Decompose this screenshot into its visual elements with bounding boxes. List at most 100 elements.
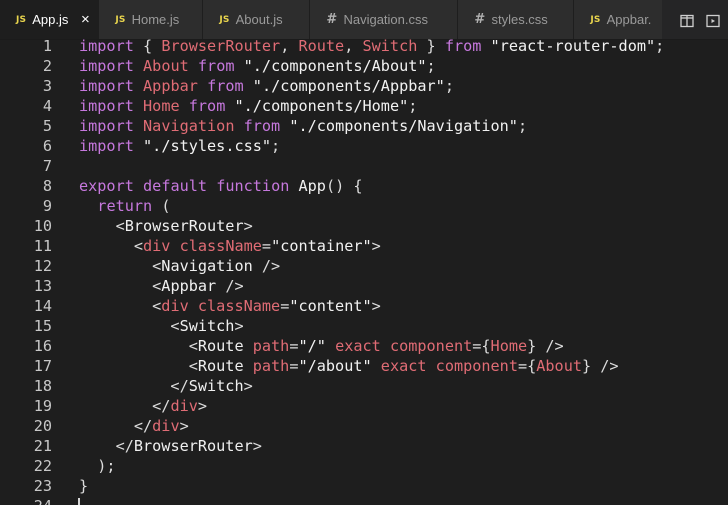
code-line[interactable]: 23}: [0, 476, 728, 496]
code-token: ;: [426, 57, 436, 75]
tab-label: Appbar.: [606, 12, 652, 27]
line-number: 6: [42, 137, 52, 155]
code-token: Switch: [362, 37, 418, 55]
close-icon[interactable]: ×: [78, 11, 92, 28]
split-editor-icon[interactable]: [680, 13, 694, 27]
tab-about-js[interactable]: JS About.js: [203, 0, 311, 39]
line-source: import { BrowserRouter, Route, Switch } …: [79, 36, 664, 56]
code-token: =: [261, 237, 272, 255]
js-file-icon: JS: [219, 14, 230, 25]
code-line[interactable]: 18 </Switch>: [0, 376, 728, 396]
code-token: exact: [380, 357, 427, 375]
code-line[interactable]: 11 <div className="container">: [0, 236, 728, 256]
code-token: />: [252, 257, 281, 275]
code-token: import: [79, 37, 134, 55]
line-source: }: [79, 476, 88, 496]
code-token: Switch: [179, 317, 235, 335]
tab-navigation-css[interactable]: # Navigation.css: [310, 0, 459, 39]
code-token: exact: [335, 337, 381, 355]
code-line[interactable]: 22 );: [0, 456, 728, 476]
code-token: div: [170, 397, 198, 415]
code-token: from: [197, 57, 235, 75]
line-number: 24: [0, 496, 52, 505]
code-token: ,: [280, 37, 299, 55]
code-token: ;: [408, 97, 418, 115]
code-token: }: [79, 477, 89, 495]
code-token: import: [79, 137, 134, 155]
code-line[interactable]: 13 <Appbar />: [0, 276, 728, 296]
js-file-icon: JS: [590, 14, 601, 25]
code-line[interactable]: 8 export default function App() {: [0, 176, 728, 196]
code-token: >: [371, 237, 381, 255]
line-number: 7: [42, 157, 52, 175]
js-file-icon: JS: [115, 14, 126, 25]
code-line[interactable]: 1 import { BrowserRouter, Route, Switch }…: [0, 36, 728, 56]
line-number: 1: [42, 37, 52, 55]
code-token: Switch: [188, 377, 244, 395]
code-token: path: [252, 337, 290, 355]
code-token: >: [234, 317, 244, 335]
code-line[interactable]: 7: [0, 156, 728, 176]
line-source: import Home from "./components/Home";: [79, 96, 417, 116]
open-preview-icon[interactable]: [706, 13, 720, 27]
code-line[interactable]: 24: [0, 496, 728, 505]
code-line[interactable]: 20 </div>: [0, 416, 728, 436]
line-number: 21: [33, 437, 52, 455]
code-token: ;: [517, 117, 528, 135]
tab-label: styles.css: [491, 12, 548, 27]
code-area[interactable]: 1 import { BrowserRouter, Route, Switch }…: [0, 36, 728, 505]
code-line[interactable]: 12 <Navigation />: [0, 256, 728, 276]
tab-styles-css[interactable]: # styles.css: [458, 0, 575, 39]
code-line[interactable]: 10 <BrowserRouter>: [0, 216, 728, 236]
code-token: >: [243, 377, 253, 395]
line-number: 11: [33, 237, 52, 255]
code-token: "container": [271, 237, 372, 255]
code-line[interactable]: 21 </BrowserRouter>: [0, 436, 728, 456]
line-number: 4: [42, 97, 52, 115]
code-token: </: [79, 377, 189, 395]
code-token: } />: [581, 357, 619, 375]
code-token: <: [79, 237, 144, 255]
code-token: ;: [271, 137, 281, 155]
code-line[interactable]: 3 import Appbar from "./components/Appbar…: [0, 76, 728, 96]
tab-app-js[interactable]: JS App.js ×: [0, 0, 100, 39]
code-line[interactable]: 6 import "./styles.css";: [0, 136, 728, 156]
code-token: (: [152, 197, 171, 215]
code-line[interactable]: 19 </div>: [0, 396, 728, 416]
code-line[interactable]: 15 <Switch>: [0, 316, 728, 336]
code-token: ;: [655, 37, 665, 55]
line-number: 14: [33, 297, 52, 315]
line-number: 18: [33, 377, 52, 395]
tab-home-js[interactable]: JS Home.js: [99, 0, 204, 39]
code-token: Appbar: [161, 277, 217, 295]
code-token: BrowserRouter: [124, 217, 244, 235]
code-line[interactable]: 2 import About from "./components/About";: [0, 56, 728, 76]
code-token: </: [79, 417, 153, 435]
code-token: BrowserRouter: [133, 437, 253, 455]
line-source: <Navigation />: [79, 256, 280, 276]
code-token: className: [179, 237, 262, 255]
code-token: import: [79, 117, 134, 135]
code-line[interactable]: 16 <Route path="/" exact component={Home…: [0, 336, 728, 356]
code-line[interactable]: 4 import Home from "./components/Home";: [0, 96, 728, 116]
code-token: About: [536, 357, 582, 375]
code-token: BrowserRouter: [161, 37, 281, 55]
code-line[interactable]: 17 <Route path="/about" exact component=…: [0, 356, 728, 376]
code-line[interactable]: 9 return (: [0, 196, 728, 216]
line-source: import Appbar from "./components/Appbar"…: [79, 76, 454, 96]
code-token: div: [143, 237, 171, 255]
line-source: </Switch>: [79, 376, 253, 396]
code-editor: JS App.js × JS Home.js JS About.js # Nav…: [0, 0, 728, 505]
code-line[interactable]: 5 import Navigation from "./components/Na…: [0, 116, 728, 136]
code-line[interactable]: 14 <div className="content">: [0, 296, 728, 316]
